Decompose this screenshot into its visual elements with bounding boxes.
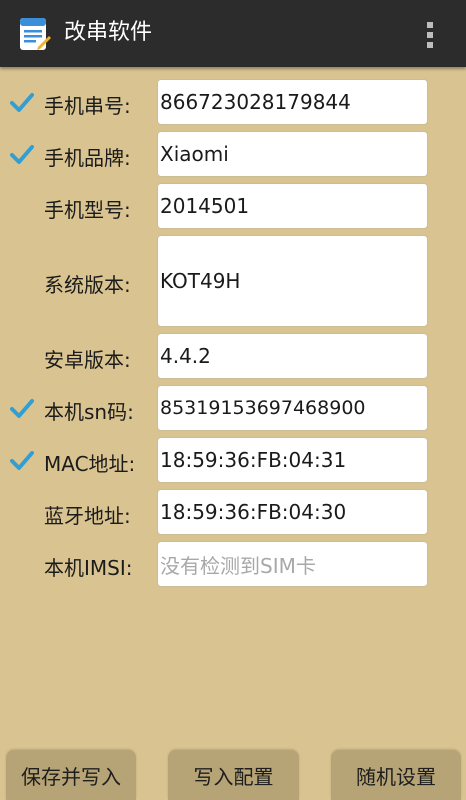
bluetooth-address-input[interactable]: 18:59:36:FB:04:30: [157, 489, 428, 535]
checkbox-checked-icon[interactable]: [10, 397, 34, 421]
field-label: 蓝牙地址:: [44, 504, 131, 528]
system-version-input[interactable]: KOT49H: [157, 235, 428, 327]
checkbox-checked-icon[interactable]: [10, 143, 34, 167]
field-row-bluetooth: 蓝牙地址: 18:59:36:FB:04:30: [0, 489, 466, 535]
brand-input[interactable]: Xiaomi: [157, 131, 428, 177]
field-row-mac: MAC地址: 18:59:36:FB:04:31: [0, 437, 466, 483]
field-row-imei: 手机串号: 866723028179844: [0, 79, 466, 125]
imei-input[interactable]: 866723028179844: [157, 79, 428, 125]
checkbox-checked-icon[interactable]: [10, 449, 34, 473]
app-document-icon[interactable]: [18, 16, 52, 52]
imsi-input[interactable]: 没有检测到SIM卡: [157, 541, 428, 587]
field-row-brand: 手机品牌: Xiaomi: [0, 131, 466, 177]
action-bar: 改串软件: [0, 0, 466, 67]
field-row-sn: 本机sn码: 85319153697468900: [0, 385, 466, 431]
field-label: 手机品牌:: [44, 146, 131, 170]
field-row-android-version: 安卓版本: 4.4.2: [0, 333, 466, 379]
field-row-system-version: 系统版本: KOT49H: [0, 235, 466, 327]
field-label: 手机型号:: [44, 198, 131, 222]
field-label: 安卓版本:: [44, 348, 131, 372]
field-label: MAC地址:: [44, 452, 136, 476]
checkbox-checked-icon[interactable]: [10, 91, 34, 115]
android-version-input[interactable]: 4.4.2: [157, 333, 428, 379]
field-label: 系统版本:: [44, 273, 131, 297]
field-label: 手机串号:: [44, 94, 131, 118]
field-label: 本机IMSI:: [44, 556, 133, 580]
serial-number-input[interactable]: 85319153697468900: [157, 385, 428, 431]
app-title: 改串软件: [64, 20, 153, 45]
model-input[interactable]: 2014501: [157, 183, 428, 229]
field-label: 本机sn码:: [44, 400, 134, 424]
save-and-write-button[interactable]: 保存并写入: [6, 750, 136, 800]
field-row-model: 手机型号: 2014501: [0, 183, 466, 229]
random-settings-button[interactable]: 随机设置: [331, 750, 461, 800]
overflow-menu-icon[interactable]: [418, 20, 442, 50]
write-config-button[interactable]: 写入配置: [168, 750, 299, 800]
mac-address-input[interactable]: 18:59:36:FB:04:31: [157, 437, 428, 483]
field-row-imsi: 本机IMSI: 没有检测到SIM卡: [0, 541, 466, 587]
